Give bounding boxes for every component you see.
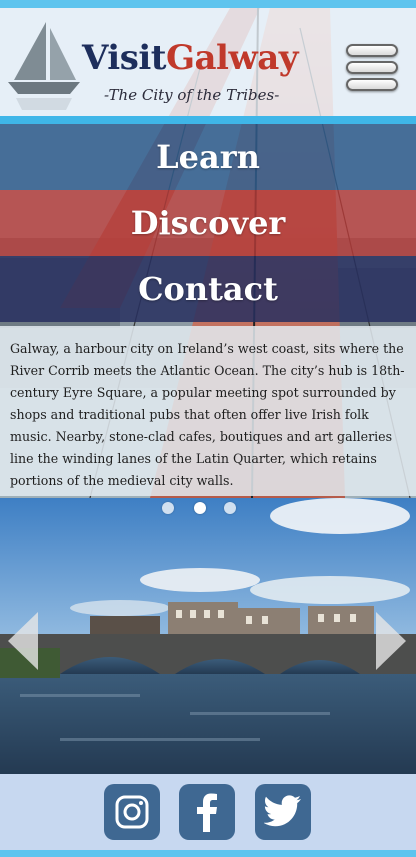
site-tagline: -The City of the Tribes- [104,86,280,104]
hamburger-icon-bar [346,61,398,74]
photo-carousel[interactable] [0,498,416,774]
chevron-left-icon[interactable] [2,606,42,676]
hamburger-icon-bar [346,78,398,91]
galway-bridge-photo [0,498,416,774]
header-divider [0,116,416,124]
hamburger-menu-button[interactable] [346,44,400,98]
twitter-button[interactable] [255,784,311,840]
facebook-button[interactable] [179,784,235,840]
twitter-icon [264,795,301,827]
site-brand[interactable]: VisitGalway [82,38,299,78]
site-header: VisitGalway -The City of the Tribes- [0,8,416,116]
carousel-dot-3[interactable] [224,502,236,514]
nav-learn[interactable]: Learn [0,124,416,190]
hamburger-icon-bar [346,44,398,57]
site-footer [0,774,416,850]
nav-contact[interactable]: Contact [0,256,416,322]
chevron-right-icon[interactable] [372,606,412,676]
nav-discover[interactable]: Discover [0,190,416,256]
carousel-dot-1[interactable] [162,502,174,514]
facebook-icon [197,793,217,832]
sailboat-logo [8,22,80,110]
carousel-dots [0,500,416,514]
brand-galway: Galway [165,38,299,78]
top-accent-bar [0,0,416,8]
bottom-accent-bar [0,850,416,857]
brand-visit: Visit [82,38,166,78]
intro-text: Galway, a harbour city on Ireland’s west… [0,326,416,496]
instagram-button[interactable] [104,784,160,840]
instagram-icon [115,795,149,829]
carousel-dot-2[interactable] [194,502,206,514]
